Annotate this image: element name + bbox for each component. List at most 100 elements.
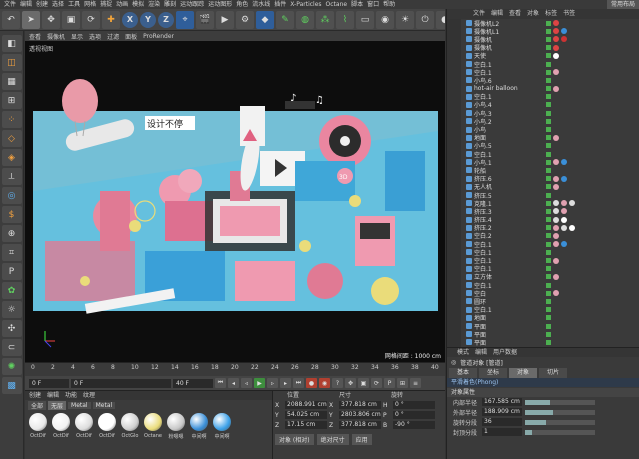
visibility-check-icon[interactable] xyxy=(546,266,551,272)
psr-icon[interactable]: P xyxy=(1,263,22,280)
visibility-check-icon[interactable] xyxy=(546,94,551,100)
attribute-menu-item[interactable]: 模式 xyxy=(457,348,469,357)
material-swatch[interactable]: Octane xyxy=(143,413,163,443)
visibility-check-icon[interactable] xyxy=(546,77,551,83)
visibility-check-icon[interactable] xyxy=(546,192,551,198)
rotate-icon[interactable]: ⟳ xyxy=(82,10,100,29)
viewport-menu-item[interactable]: 显示 xyxy=(71,32,83,41)
material-tag-icon[interactable] xyxy=(569,224,575,231)
material-tag-icon[interactable] xyxy=(561,200,567,207)
visibility-check-icon[interactable] xyxy=(546,290,551,296)
material-tag-icon[interactable] xyxy=(553,85,559,92)
material-tag-icon[interactable] xyxy=(553,241,559,248)
axis-z-button[interactable]: Z xyxy=(158,11,174,28)
autokey-icon[interactable]: ◉ xyxy=(319,378,330,388)
object-row[interactable]: 平面 xyxy=(463,338,639,347)
object-menu-item[interactable]: 查看 xyxy=(509,9,521,19)
menu-item[interactable]: 动画 xyxy=(116,0,128,9)
param-key-icon[interactable]: P xyxy=(384,378,395,388)
visibility-check-icon[interactable] xyxy=(546,28,551,34)
size-field[interactable]: 377.818 cm xyxy=(339,421,381,429)
visibility-check-icon[interactable] xyxy=(546,176,551,182)
snap-icon[interactable]: $ xyxy=(1,206,22,223)
subdivision-icon[interactable]: ◍ xyxy=(296,10,314,29)
viewport-menu-item[interactable]: ProRender xyxy=(143,33,174,40)
material-tag-icon[interactable] xyxy=(553,273,559,280)
material-menu-item[interactable]: 功能 xyxy=(65,391,77,400)
menu-item[interactable]: 插件 xyxy=(274,0,286,9)
texture-mode-icon[interactable]: ▦ xyxy=(1,73,22,90)
axis-y-button[interactable]: Y xyxy=(140,11,156,28)
visibility-check-icon[interactable] xyxy=(546,258,551,264)
material-filter-tab[interactable]: 无层 xyxy=(48,400,67,410)
object-menu-item[interactable]: 标签 xyxy=(545,9,557,19)
material-swatch[interactable]: OctDif xyxy=(28,413,48,443)
material-tag-icon[interactable] xyxy=(553,36,559,43)
menu-item[interactable]: 工具 xyxy=(68,0,80,9)
scale-icon[interactable]: ▣ xyxy=(62,10,80,29)
material-menu-item[interactable]: 编辑 xyxy=(47,391,59,400)
visibility-check-icon[interactable] xyxy=(546,339,551,345)
lock-icon[interactable]: ⌗ xyxy=(1,244,22,261)
qr-icon[interactable]: ▩ xyxy=(1,377,22,394)
workplane-icon[interactable]: ⊞ xyxy=(1,92,22,109)
move-key-icon[interactable]: ✥ xyxy=(345,378,356,388)
tweak-icon[interactable]: ◎ xyxy=(1,187,22,204)
render-view-icon[interactable]: 🎬 xyxy=(196,10,214,29)
attribute-slider[interactable] xyxy=(525,429,595,435)
menu-item[interactable]: 捕捉 xyxy=(100,0,112,9)
sphere-icon[interactable]: ● xyxy=(436,10,445,29)
transform-icon[interactable]: ✚ xyxy=(102,10,120,29)
visibility-check-icon[interactable] xyxy=(546,249,551,255)
visibility-check-icon[interactable] xyxy=(546,167,551,173)
axis-x-button[interactable]: X xyxy=(122,11,138,28)
material-tag-icon[interactable] xyxy=(553,257,559,264)
visibility-check-icon[interactable] xyxy=(546,102,551,108)
pen-icon[interactable]: ✎ xyxy=(276,10,294,29)
position-field[interactable]: 54.025 cm xyxy=(285,411,327,419)
record-icon[interactable]: ● xyxy=(306,378,317,388)
menu-item[interactable]: X-Particles xyxy=(290,0,321,9)
object-menu-item[interactable]: 文件 xyxy=(473,9,485,19)
visibility-check-icon[interactable] xyxy=(546,45,551,51)
material-tag-icon[interactable] xyxy=(553,290,559,297)
render-picture-icon[interactable]: ▶ xyxy=(216,10,234,29)
menu-item[interactable]: 窗口 xyxy=(367,0,379,9)
visibility-check-icon[interactable] xyxy=(546,200,551,206)
attribute-value-field[interactable]: 1 xyxy=(482,428,522,436)
attribute-tab[interactable]: 切片 xyxy=(539,368,568,378)
visibility-check-icon[interactable] xyxy=(546,331,551,337)
cloner-icon[interactable]: ⁂ xyxy=(316,10,334,29)
menu-item[interactable]: 编辑 xyxy=(20,0,32,9)
material-swatch[interactable]: OctDif xyxy=(97,413,117,443)
material-tag-icon[interactable] xyxy=(553,69,559,76)
material-menu-item[interactable]: 创建 xyxy=(29,391,41,400)
material-tag-icon[interactable] xyxy=(553,28,559,35)
viewport-menu-item[interactable]: 过滤 xyxy=(107,32,119,41)
visibility-check-icon[interactable] xyxy=(546,69,551,75)
timeline-menu-icon[interactable]: ≡ xyxy=(410,378,421,388)
material-tag-icon[interactable] xyxy=(553,52,559,59)
menu-item[interactable]: 脚本 xyxy=(351,0,363,9)
visibility-check-icon[interactable] xyxy=(546,159,551,165)
menu-item[interactable]: 帮助 xyxy=(383,0,395,9)
material-swatch[interactable]: OctDif xyxy=(51,413,71,443)
object-menu-item[interactable]: 编辑 xyxy=(491,9,503,19)
material-filter-tab[interactable]: Metal xyxy=(68,401,91,409)
prev-key-icon[interactable]: ◂ xyxy=(228,378,239,388)
material-menu-item[interactable]: 纹理 xyxy=(83,391,95,400)
attribute-tab[interactable]: 坐标 xyxy=(479,368,508,378)
axis-mode-icon[interactable]: ⟂ xyxy=(1,168,22,185)
undo-icon[interactable]: ↶ xyxy=(2,10,20,29)
position-field[interactable]: 2088.991 cm xyxy=(285,401,327,409)
cube-icon[interactable]: ◆ xyxy=(256,10,274,29)
attribute-tab[interactable]: 基本 xyxy=(449,368,478,378)
edges-mode-icon[interactable]: ◇ xyxy=(1,130,22,147)
material-tag-icon[interactable] xyxy=(553,175,559,182)
material-tag-icon[interactable] xyxy=(553,20,559,27)
rotation-field[interactable]: 0 ° xyxy=(393,401,435,409)
material-tag-icon[interactable] xyxy=(561,175,567,182)
visibility-check-icon[interactable] xyxy=(546,151,551,157)
deformer-icon[interactable]: ⌇ xyxy=(336,10,354,29)
layout-selector[interactable]: 常用布局 xyxy=(606,0,639,9)
